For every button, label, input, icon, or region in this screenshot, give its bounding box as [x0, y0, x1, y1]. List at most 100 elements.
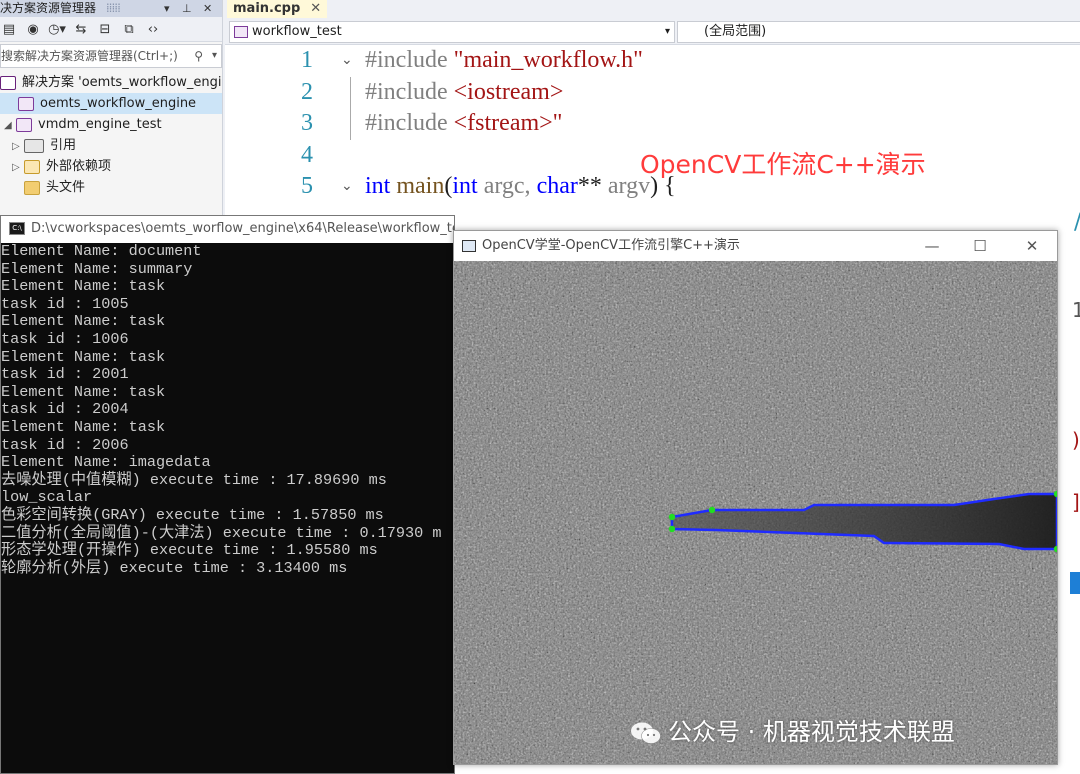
project-icon [18, 96, 34, 111]
console-line: Element Name: task [1, 417, 166, 436]
console-line: task id : 1005 [1, 294, 129, 313]
tree-item-project[interactable]: ◢ vmdm_engine_test [0, 114, 222, 135]
project-icon [234, 25, 248, 38]
collapse-arrow-icon[interactable]: ▷ [12, 136, 24, 157]
console-line: 形态学处理(开操作) execute time : 1.95580 ms [1, 541, 378, 560]
folder-icon [24, 180, 40, 195]
tree-item-references[interactable]: ▷ 引用 [0, 135, 222, 156]
fold-icon[interactable]: ⌄ [341, 171, 353, 203]
code-line: 2 #include <iostream> [225, 76, 1080, 109]
window-title: OpenCV学堂-OpenCV工作流引擎C++演示 [482, 238, 740, 253]
editor-navigation-bar: workflow_test ▾ (全局范围) [225, 18, 1080, 45]
line-number: 1 [301, 47, 313, 73]
tree-item-label: 头文件 [46, 180, 86, 195]
console-output: Element Name: document Element Name: summ… [1, 243, 454, 577]
collapse-icon[interactable]: ⊟ [96, 22, 114, 37]
console-title: D:\vcworkspaces\oemts_worflow_engine\x64… [31, 221, 454, 236]
console-line: 色彩空间转换(GRAY) execute time : 1.57850 ms [1, 505, 384, 524]
tree-item-label: 解决方案 'oemts_workflow_engi [22, 75, 222, 90]
line-number: 2 [301, 78, 313, 105]
panel-dropdown-icon[interactable]: ▾ [164, 0, 170, 17]
console-line: 二值分析(全局阈值)-(大津法) execute time : 0.17930 … [1, 523, 442, 542]
contour-image-svg [454, 261, 1057, 764]
search-icon[interactable]: ⚲ [194, 45, 203, 67]
maximize-button[interactable]: ☐ [960, 231, 1000, 261]
toolbar-icon-a[interactable]: ▤ [0, 22, 18, 37]
console-line: 轮廓分析(外层) execute time : 3.13400 ms [1, 558, 348, 577]
copy-icon[interactable]: ⧉ [120, 22, 138, 37]
line-number: 5 [301, 173, 313, 200]
expand-arrow-icon[interactable]: ◢ [4, 115, 16, 136]
history-icon[interactable]: ◷▾ [48, 22, 66, 37]
watermark: 公众号 · 机器视觉技术联盟 [630, 712, 955, 747]
editor-right-edge: / 1 ) ] [1070, 210, 1080, 774]
minimize-button[interactable]: — [912, 231, 952, 261]
close-icon[interactable]: ✕ [203, 0, 212, 17]
console-line: task id : 2004 [1, 400, 129, 419]
tree-item-label: oemts_workflow_engine [40, 96, 197, 111]
console-line: Element Name: task [1, 382, 166, 401]
console-titlebar[interactable]: C:\ D:\vcworkspaces\oemts_worflow_engine\… [1, 216, 454, 243]
contour-vertex [668, 525, 676, 533]
tree-item-label: 引用 [50, 138, 77, 153]
opencv-titlebar[interactable]: OpenCV学堂-OpenCV工作流引擎C++演示 — ☐ ✕ [454, 231, 1057, 261]
solution-explorer-titlebar: 决方案资源管理器 ⁞⁞⁞⁞⁞ ▾ ⊥ ✕ [0, 0, 222, 17]
keyword: char [536, 173, 578, 200]
keyword: int [452, 173, 478, 200]
opencv-window[interactable]: OpenCV学堂-OpenCV工作流引擎C++演示 — ☐ ✕ [453, 230, 1058, 765]
contour-vertex [708, 506, 716, 514]
project-scope-select[interactable]: workflow_test ▾ [229, 21, 675, 43]
console-line: 去噪处理(中值模糊) execute time : 17.89690 ms [1, 470, 387, 489]
console-line: task id : 1006 [1, 329, 129, 348]
project-icon [16, 117, 32, 132]
console-line: Element Name: imagedata [1, 453, 211, 472]
member-scope-select[interactable]: (全局范围) [677, 21, 1080, 43]
function-name: main [390, 173, 445, 200]
console-app-icon: C:\ [9, 222, 25, 235]
chevron-down-icon[interactable]: ▾ [665, 22, 670, 42]
sync-icon[interactable]: ◉ [24, 22, 42, 37]
console-line: task id : 2001 [1, 365, 129, 384]
drag-grip[interactable]: ⁞⁞⁞⁞⁞ [106, 1, 121, 15]
tree-item-label: 外部依赖项 [46, 159, 112, 174]
tab-label: main.cpp [233, 1, 301, 16]
overlay-caption: OpenCV工作流C++演示 [640, 150, 926, 179]
keyword: int [365, 173, 391, 200]
console-line: task id : 2006 [1, 435, 129, 454]
chevron-down-icon[interactable]: ▾ [212, 45, 217, 67]
search-input[interactable]: 搜索解决方案资源管理器(Ctrl+;) ⚲ ▾ [0, 44, 222, 68]
references-icon [24, 138, 44, 153]
include-path: <iostream> [453, 78, 564, 105]
panel-title: 决方案资源管理器 [0, 1, 97, 15]
include-path: <fstream>" [453, 110, 563, 137]
tree-item-external-deps[interactable]: ▷ 外部依赖项 [0, 156, 222, 177]
tree-item-solution[interactable]: 解决方案 'oemts_workflow_engi [0, 72, 222, 93]
collapse-arrow-icon[interactable]: ▷ [12, 157, 24, 178]
code-icon[interactable]: ‹› [144, 22, 162, 37]
console-line: Element Name: task [1, 347, 166, 366]
tree-item-project-selected[interactable]: oemts_workflow_engine [0, 93, 222, 114]
close-tab-icon[interactable]: ✕ [310, 1, 321, 16]
scope-left-label: workflow_test [252, 24, 342, 39]
switch-icon[interactable]: ⇆ [72, 22, 90, 37]
param: argc, [477, 173, 537, 200]
pin-icon[interactable]: ⊥ [182, 0, 192, 17]
fold-icon[interactable]: ⌄ [341, 45, 353, 77]
console-line: Element Name: task [1, 312, 166, 331]
tab-main-cpp[interactable]: main.cpp ✕ [227, 0, 328, 18]
preprocessor: #include [365, 47, 454, 73]
code-line: 1 ⌄ #include "main_workflow.h" [225, 45, 1080, 77]
preprocessor: #include [365, 78, 454, 105]
contour-vertex [668, 513, 676, 521]
wechat-icon [631, 722, 661, 744]
search-placeholder: 搜索解决方案资源管理器(Ctrl+;) [1, 49, 178, 63]
console-line: Element Name: task [1, 277, 166, 296]
line-number: 4 [301, 141, 313, 168]
console-line: Element Name: document [1, 243, 202, 260]
close-button[interactable]: ✕ [1012, 231, 1052, 261]
tree-item-header-files[interactable]: 头文件 [0, 177, 222, 198]
include-path: "main_workflow.h" [453, 47, 643, 73]
tree-item-label: vmdm_engine_test [38, 117, 162, 132]
console-window[interactable]: C:\ D:\vcworkspaces\oemts_worflow_engine\… [0, 215, 455, 774]
console-line: Element Name: summary [1, 259, 193, 278]
